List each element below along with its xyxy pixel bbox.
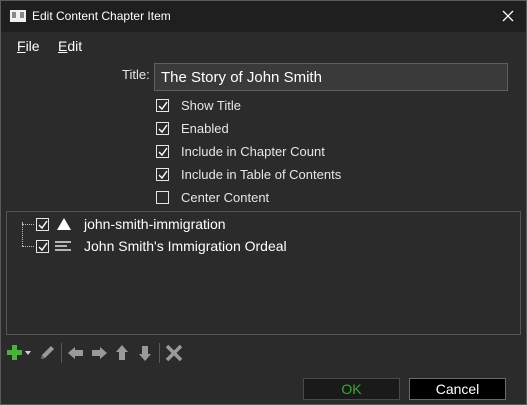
tree-item-checkbox[interactable]: [36, 218, 49, 231]
toolbar-separator: [61, 343, 62, 363]
checkbox-label: Enabled: [181, 121, 229, 136]
move-down-icon[interactable]: [134, 342, 156, 364]
checkbox-checked-icon[interactable]: [156, 122, 169, 135]
checkbox-unchecked-icon[interactable]: [156, 191, 169, 204]
menu-file[interactable]: File: [17, 38, 40, 54]
checkbox-label: Include in Table of Contents: [181, 167, 342, 182]
checkbox-label: Center Content: [181, 190, 270, 205]
move-up-icon[interactable]: [111, 342, 133, 364]
triangle-icon: [57, 218, 71, 233]
dialog-window: Edit Content Chapter Item File Edit Titl…: [0, 0, 527, 405]
move-right-icon[interactable]: [88, 342, 110, 364]
text-lines-icon: [55, 240, 73, 257]
content-tree[interactable]: john-smith-immigration John Smith's Immi…: [6, 211, 521, 335]
tree-item[interactable]: john-smith-immigration: [7, 215, 507, 235]
delete-icon[interactable]: [163, 342, 185, 364]
menu-bar: File Edit: [1, 35, 526, 57]
title-bar: Edit Content Chapter Item: [1, 1, 526, 32]
add-icon[interactable]: [6, 342, 32, 364]
window-title: Edit Content Chapter Item: [32, 9, 171, 23]
checkbox-label: Include in Chapter Count: [181, 144, 325, 159]
title-input[interactable]: The Story of John Smith: [154, 63, 508, 91]
toolbar-separator: [159, 343, 160, 363]
checkbox-checked-icon[interactable]: [156, 145, 169, 158]
tree-toolbar: [6, 342, 191, 366]
checkbox-checked-icon[interactable]: [156, 168, 169, 181]
move-left-icon[interactable]: [65, 342, 87, 364]
book-icon: [10, 10, 26, 22]
tree-item-checkbox[interactable]: [36, 240, 49, 253]
checkbox-checked-icon[interactable]: [156, 99, 169, 112]
close-icon[interactable]: [500, 7, 516, 25]
tree-item-label: John Smith's Immigration Ordeal: [84, 238, 287, 254]
tree-item[interactable]: John Smith's Immigration Ordeal: [7, 237, 507, 257]
checkbox-label: Show Title: [181, 98, 241, 113]
tree-item-label: john-smith-immigration: [84, 216, 226, 232]
title-label: Title:: [122, 67, 150, 82]
cancel-button[interactable]: Cancel: [409, 378, 506, 400]
menu-edit[interactable]: Edit: [58, 38, 82, 54]
ok-button[interactable]: OK: [303, 378, 400, 400]
edit-pencil-icon[interactable]: [36, 342, 58, 364]
